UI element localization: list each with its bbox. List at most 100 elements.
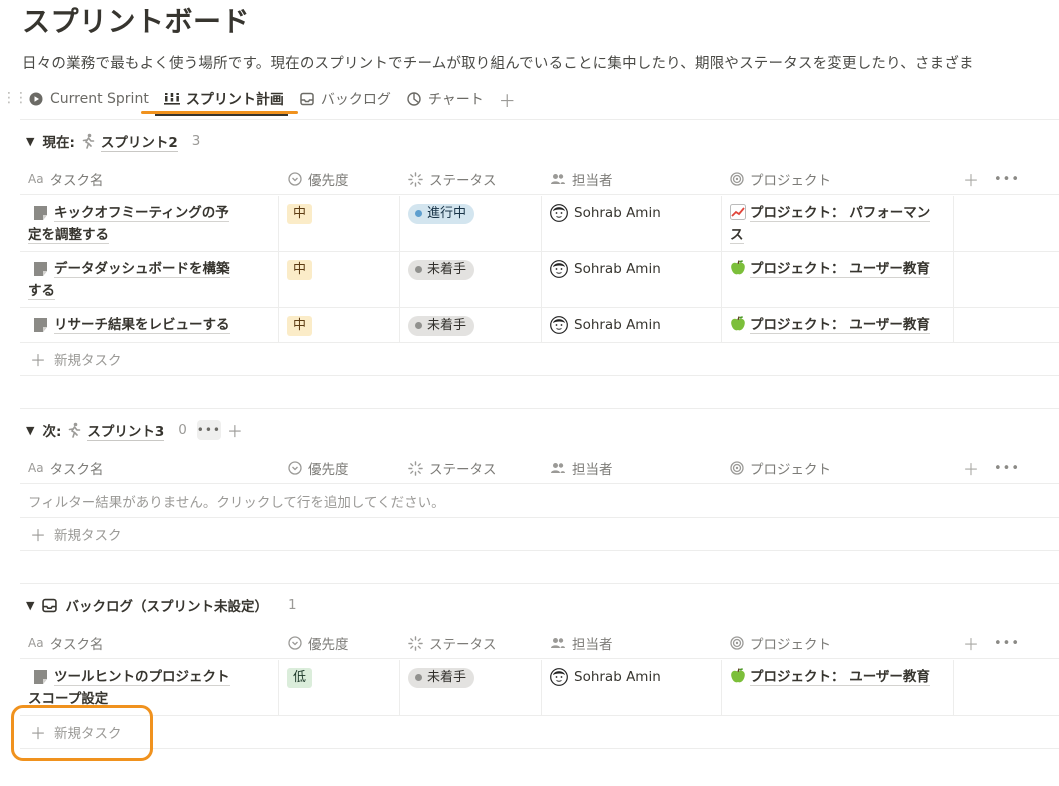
- group-more-button[interactable]: •••: [197, 420, 221, 440]
- column-header-status[interactable]: ステータス: [408, 163, 497, 195]
- assignee-name: Sohrab Amin: [574, 205, 661, 221]
- cell-priority[interactable]: 中: [279, 196, 400, 251]
- tab-label: バックログ: [320, 92, 391, 108]
- column-header-name[interactable]: Aa タスク名: [28, 163, 104, 195]
- sprint-link[interactable]: スプリント2: [100, 131, 178, 152]
- add-property-button[interactable]: ＋: [963, 452, 979, 484]
- text-type-icon: Aa: [28, 636, 44, 650]
- caret-down-icon[interactable]: ▼: [26, 424, 34, 437]
- cell-status[interactable]: 未着手: [400, 308, 542, 342]
- priority-badge: 中: [287, 260, 313, 280]
- table-row[interactable]: キックオフミーティングの予 定を調整する 中 進行中 Sohrab Amin プ…: [20, 196, 1059, 252]
- page-title: スプリントボード: [22, 5, 251, 38]
- cell-assignee[interactable]: Sohrab Amin: [542, 660, 722, 715]
- cell-project[interactable]: プロジェクト： ユーザー教育: [722, 252, 954, 307]
- column-header-project[interactable]: プロジェクト: [730, 627, 831, 659]
- plus-icon: ＋: [30, 351, 47, 370]
- sprint-board-page: { "page": { "title": "スプリントボード", "descri…: [0, 0, 1059, 786]
- cell-assignee[interactable]: Sohrab Amin: [542, 252, 722, 307]
- tab-label: スプリント計画: [185, 92, 284, 108]
- add-view-button[interactable]: ＋: [499, 86, 516, 112]
- select-icon: [288, 172, 302, 186]
- caret-down-icon[interactable]: ▼: [26, 135, 34, 148]
- status-dot: [415, 266, 422, 273]
- column-header-status[interactable]: ステータス: [408, 452, 497, 484]
- document-icon: [34, 262, 47, 276]
- task-name[interactable]: キックオフミーティングの予 定を調整する: [28, 202, 286, 246]
- group-label: 現在:: [42, 135, 75, 151]
- column-header-name[interactable]: Aa タスク名: [28, 452, 104, 484]
- status-icon: [408, 171, 423, 187]
- drag-handle-icon[interactable]: ⋮⋮: [2, 90, 28, 106]
- group-header-next[interactable]: ▼ 次: スプリント3 0 ••• ＋: [26, 419, 243, 441]
- table-row[interactable]: ツールヒントのプロジェクト スコープ設定 低 未着手 Sohrab Amin プ…: [20, 660, 1059, 716]
- cell-priority[interactable]: 中: [279, 252, 400, 307]
- column-header-name[interactable]: Aa タスク名: [28, 627, 104, 659]
- column-header-project[interactable]: プロジェクト: [730, 452, 831, 484]
- more-options-button[interactable]: •••: [994, 452, 1020, 484]
- new-task-button[interactable]: ＋ 新規タスク: [20, 518, 1059, 551]
- group-header-current[interactable]: ▼ 現在: スプリント2 3: [26, 130, 200, 152]
- group-label: バックログ（スプリント未設定）: [65, 599, 268, 615]
- table-row[interactable]: リサーチ結果をレビューする 中 未着手 Sohrab Amin プロジェクト： …: [20, 308, 1059, 343]
- task-name[interactable]: ツールヒントのプロジェクト スコープ設定: [28, 666, 286, 710]
- caret-down-icon[interactable]: ▼: [26, 599, 34, 612]
- document-icon: [34, 206, 47, 220]
- column-header-project[interactable]: プロジェクト: [730, 163, 831, 195]
- group-count: 0: [178, 422, 187, 438]
- tab-label: Current Sprint: [50, 91, 149, 107]
- column-header-assignee[interactable]: 担当者: [550, 627, 613, 659]
- cell-assignee[interactable]: Sohrab Amin: [542, 196, 722, 251]
- tab-backlog[interactable]: バックログ: [299, 86, 391, 112]
- new-task-button[interactable]: ＋ 新規タスク: [20, 716, 1059, 749]
- cell-status[interactable]: 未着手: [400, 252, 542, 307]
- play-circle-icon: [28, 91, 44, 107]
- status-badge: 未着手: [408, 315, 475, 336]
- avatar: [550, 316, 568, 334]
- cell-priority[interactable]: 低: [279, 660, 400, 715]
- new-task-button[interactable]: ＋ 新規タスク: [20, 343, 1059, 376]
- group-count: 3: [191, 133, 201, 149]
- empty-filter-message[interactable]: フィルター結果がありません。クリックして行を追加してください。: [20, 485, 1059, 518]
- add-property-button[interactable]: ＋: [963, 163, 979, 195]
- cell-project[interactable]: プロジェクト： ユーザー教育: [722, 308, 954, 342]
- column-header-assignee[interactable]: 担当者: [550, 452, 613, 484]
- group-count: 1: [287, 597, 297, 613]
- green-apple-emoji: [731, 316, 745, 331]
- column-header-priority[interactable]: 優先度: [288, 163, 349, 195]
- chart-icon: [406, 91, 422, 107]
- column-header-assignee[interactable]: 担当者: [550, 163, 613, 195]
- task-name[interactable]: リサーチ結果をレビューする: [28, 314, 286, 336]
- column-header-status[interactable]: ステータス: [408, 627, 497, 659]
- task-name[interactable]: データダッシュボードを構築 する: [28, 258, 286, 302]
- cell-assignee[interactable]: Sohrab Amin: [542, 308, 722, 342]
- tab-chart[interactable]: チャート: [406, 86, 484, 112]
- cell-project[interactable]: プロジェクト： パフォーマン ス: [722, 196, 954, 251]
- assignee-name: Sohrab Amin: [574, 669, 661, 685]
- more-options-button[interactable]: •••: [994, 163, 1020, 195]
- more-options-button[interactable]: •••: [994, 627, 1020, 659]
- cell-status[interactable]: 未着手: [400, 660, 542, 715]
- cell-name: リサーチ結果をレビューする: [20, 308, 279, 342]
- column-headers: Aa タスク名 優先度 ステータス 担当者 プロジェクト ＋ •••: [20, 452, 1059, 484]
- status-dot: [415, 674, 422, 681]
- cell-status[interactable]: 進行中: [400, 196, 542, 251]
- column-headers: Aa タスク名 優先度 ステータス 担当者 プロジェクト ＋ •••: [20, 627, 1059, 659]
- add-property-button[interactable]: ＋: [963, 627, 979, 659]
- cell-priority[interactable]: 中: [279, 308, 400, 342]
- chart-up-emoji: [730, 204, 746, 220]
- tab-current-sprint[interactable]: Current Sprint: [28, 86, 149, 112]
- sprint-link[interactable]: スプリント3: [87, 420, 165, 441]
- group-header-backlog[interactable]: ▼ バックログ（スプリント未設定） 1: [26, 594, 297, 616]
- table-row[interactable]: データダッシュボードを構築 する 中 未着手 Sohrab Amin プロジェク…: [20, 252, 1059, 308]
- select-icon: [288, 636, 302, 650]
- cell-project[interactable]: プロジェクト： ユーザー教育: [722, 660, 954, 715]
- column-header-priority[interactable]: 優先度: [288, 627, 349, 659]
- tab-sprint-planning[interactable]: スプリント計画: [163, 86, 284, 112]
- column-header-priority[interactable]: 優先度: [288, 452, 349, 484]
- people-icon: [550, 173, 566, 185]
- inbox-icon: [299, 91, 315, 107]
- group-add-button[interactable]: ＋: [227, 418, 243, 442]
- target-icon: [730, 172, 744, 186]
- group-divider: [20, 583, 1059, 584]
